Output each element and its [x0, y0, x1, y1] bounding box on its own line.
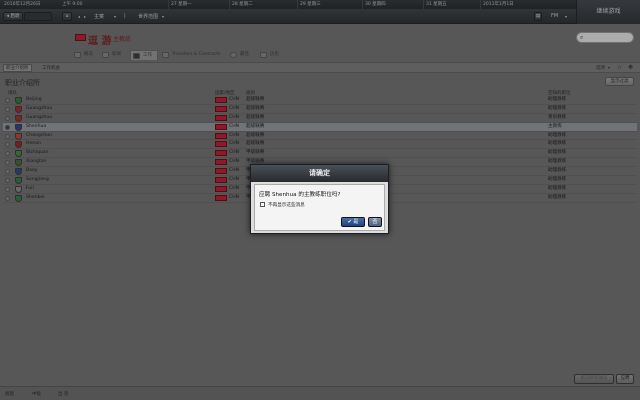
dialog-question: 应聘 Shenhua 的主教练职位吗? — [259, 192, 341, 198]
no-button[interactable]: 否 — [368, 217, 382, 227]
yes-button[interactable]: ✔ 是 — [341, 217, 365, 227]
confirm-dialog: 请确定 应聘 Shenhua 的主教练职位吗? 不再显示这些消息 ✔ 是 否 — [250, 164, 389, 234]
dialog-body: 应聘 Shenhua 的主教练职位吗? 不再显示这些消息 ✔ 是 否 — [254, 184, 385, 231]
check-icon: ✔ — [347, 219, 352, 225]
yes-label: 是 — [353, 219, 359, 225]
dont-show-again-checkbox[interactable] — [260, 202, 265, 207]
dont-show-again-label[interactable]: 不再显示这些消息 — [268, 202, 305, 208]
dialog-title: 请确定 — [251, 165, 388, 182]
